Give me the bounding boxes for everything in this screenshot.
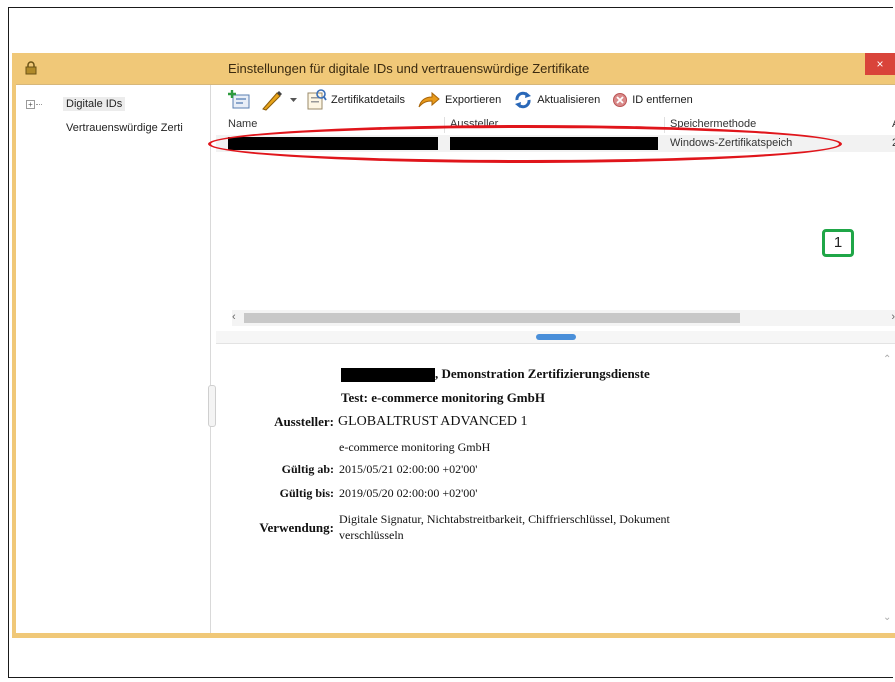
table-header: Name Aussteller Speichermethode A	[216, 115, 895, 135]
issuer-label: Aussteller:	[274, 414, 334, 429]
column-header-name[interactable]: Name	[228, 118, 257, 130]
usage-label: Verwendung:	[259, 520, 334, 535]
refresh-label: Aktualisieren	[537, 94, 601, 106]
annotation-badge: 1	[822, 229, 854, 257]
sidebar-item-label: Vertrauenswürdige Zerti	[66, 122, 183, 134]
remove-id-button[interactable]: ID entfernen	[612, 92, 693, 108]
lock-icon	[25, 61, 37, 75]
remove-icon	[613, 93, 628, 107]
valid-to-value: 2019/05/20 02:00:00 +02'00'	[339, 486, 478, 500]
sign-options-button[interactable]	[260, 89, 297, 111]
subject-line-2: Test: e-commerce monitoring GmbH	[341, 390, 545, 405]
certificate-details-label: Zertifikatdetails	[331, 94, 405, 106]
column-divider	[664, 117, 665, 133]
refresh-icon	[515, 91, 532, 109]
tree-connector	[36, 104, 42, 105]
vertical-scrollbar[interactable]: ⌃ ⌄	[880, 344, 895, 633]
redacted-issuer	[450, 137, 658, 150]
refresh-button[interactable]: Aktualisieren	[513, 90, 600, 110]
certificate-details-panel: , Demonstration Zertifizierungsdienste T…	[216, 344, 880, 633]
certificate-details-button[interactable]: Zertifikatdetails	[305, 89, 405, 111]
main-pane: Zertifikatdetails Exportieren Aktualisie…	[208, 85, 895, 633]
valid-from-label: Gültig ab:	[281, 462, 334, 476]
add-id-button[interactable]	[228, 89, 256, 111]
redacted-name	[228, 137, 438, 150]
usage-value-line-1: Digitale Signatur, Nichtabstreitbarkeit,…	[339, 512, 670, 526]
pane-divider[interactable]	[216, 331, 895, 344]
close-button[interactable]: ×	[865, 53, 895, 75]
scrollbar-thumb[interactable]	[244, 313, 740, 323]
toolbar: Zertifikatdetails Exportieren Aktualisie…	[216, 85, 895, 115]
table-row[interactable]: Windows-Zertifikatspeich 2	[216, 135, 895, 152]
valid-from-value: 2015/05/21 02:00:00 +02'00'	[339, 462, 478, 476]
add-id-icon	[228, 90, 250, 109]
storage-method-cell: Windows-Zertifikatspeich	[670, 137, 793, 149]
scroll-right-icon[interactable]: ›	[891, 311, 895, 323]
sidebar-tree: + Digitale IDs Vertrauenswürdige Zerti	[16, 85, 211, 633]
certificate-settings-dialog: Einstellungen für digitale IDs und vertr…	[12, 53, 895, 638]
pen-icon	[262, 91, 282, 111]
subject-line: , Demonstration Zertifizierungsdienste	[435, 366, 650, 381]
issuer-value: GLOBALTRUST ADVANCED 1	[338, 414, 528, 429]
dialog-client-area: + Digitale IDs Vertrauenswürdige Zerti Z…	[16, 84, 895, 633]
redacted-subject	[341, 368, 435, 382]
usage-value-line-2: verschlüsseln	[339, 528, 404, 542]
column-header-issuer[interactable]: Aussteller	[450, 118, 498, 130]
export-label: Exportieren	[444, 94, 502, 106]
scroll-left-icon[interactable]: ‹	[232, 311, 236, 323]
expand-icon[interactable]: +	[26, 100, 35, 109]
pane-splitter-handle[interactable]	[208, 385, 216, 427]
export-button[interactable]: Exportieren	[417, 91, 501, 109]
scroll-up-icon[interactable]: ⌃	[883, 354, 891, 365]
remove-id-label: ID entfernen	[632, 94, 693, 106]
pane-grip-handle[interactable]	[536, 334, 576, 340]
title-bar[interactable]: Einstellungen für digitale IDs und vertr…	[12, 53, 895, 84]
column-header-storage[interactable]: Speichermethode	[670, 118, 756, 130]
chevron-down-icon	[290, 98, 297, 102]
sidebar-item-label: Digitale IDs	[63, 97, 126, 111]
scroll-down-icon[interactable]: ⌄	[883, 612, 891, 623]
issuer-organization: e-commerce monitoring GmbH	[339, 440, 491, 454]
column-divider	[444, 117, 445, 133]
valid-to-label: Gültig bis:	[279, 486, 334, 500]
horizontal-scrollbar[interactable]: ‹ ›	[232, 310, 895, 326]
dialog-title: Einstellungen für digitale IDs und vertr…	[228, 61, 590, 76]
certificate-details-icon	[307, 89, 327, 110]
export-arrow-icon	[418, 91, 440, 108]
